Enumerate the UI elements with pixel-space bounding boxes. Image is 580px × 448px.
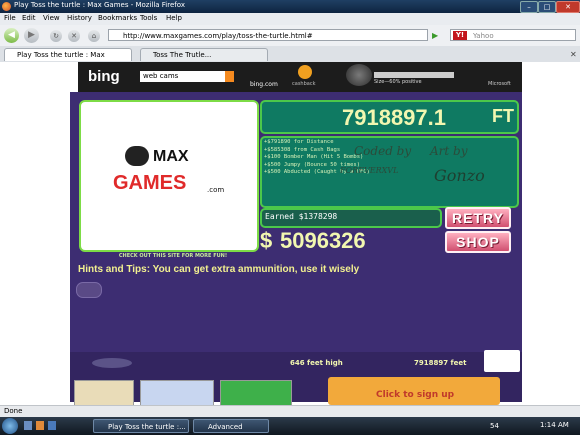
quicklaunch-icon[interactable] xyxy=(36,421,44,430)
distance-unit: FT xyxy=(492,106,514,126)
menu-tools[interactable]: Tools xyxy=(140,14,157,22)
url-input[interactable]: http://www.maxgames.com/play/toss-the-tu… xyxy=(108,29,428,41)
clock[interactable]: 1:14 AM xyxy=(540,421,569,429)
distance-value: 7918897.1 xyxy=(342,105,446,130)
cashback-text: cashback xyxy=(292,81,316,87)
cashback-coin-icon xyxy=(298,65,312,79)
minimize-button[interactable]: – xyxy=(520,1,538,13)
turtle-icon xyxy=(92,358,132,368)
yahoo-icon[interactable]: Y! xyxy=(453,31,467,40)
maximize-button[interactable]: □ xyxy=(538,1,556,13)
home-button[interactable]: ⌂ xyxy=(88,30,100,42)
window-titlebar: Play Toss the turtle : Max Games - Mozil… xyxy=(0,0,580,13)
tab-toss-the-trutle[interactable]: Toss The Trutle... xyxy=(140,48,268,61)
quicklaunch-icon[interactable] xyxy=(24,421,32,430)
cash-total: 5096326 xyxy=(280,228,366,253)
go-icon[interactable]: ▶ xyxy=(432,31,442,41)
gamepad-icon xyxy=(125,146,149,166)
distance-panel: 7918897.1 FT xyxy=(260,100,519,134)
logo-caption: CHECK OUT THIS SITE FOR MORE FUN! xyxy=(118,253,228,259)
logo-com: .com xyxy=(207,186,225,194)
retry-button[interactable]: RETRY xyxy=(445,207,511,229)
close-tab-icon[interactable]: ✕ xyxy=(570,50,577,59)
webcam-icon xyxy=(346,64,372,86)
toggle-icon[interactable] xyxy=(76,282,102,298)
signup-banner[interactable]: Click to sign up xyxy=(328,377,500,405)
logo-max: MAX xyxy=(153,148,189,165)
earned-panel: Earned $1378298 xyxy=(260,208,442,228)
tab-bar: Play Toss the turtle : Max Games Toss Th… xyxy=(0,46,580,72)
game-canvas[interactable]: MAX GAMES .com CHECK OUT THIS SITE FOR M… xyxy=(70,92,522,402)
forward-button[interactable]: ▶ xyxy=(24,28,39,43)
bing-logo: bing xyxy=(88,68,120,85)
ad-search-button[interactable] xyxy=(225,71,234,82)
tab-maxgames[interactable]: Play Toss the turtle : Max Games xyxy=(4,48,132,72)
credit-gonzo: Gonzo xyxy=(434,166,485,185)
credit-art-by: Art by xyxy=(430,144,468,158)
hint-text: Hints and Tips: You can get extra ammuni… xyxy=(78,264,360,275)
quicklaunch-icon[interactable] xyxy=(48,421,56,430)
ad-size-text: Size—60% positive xyxy=(374,79,422,85)
dollar-sign-icon: $ xyxy=(260,228,273,253)
firefox-icon xyxy=(2,2,11,11)
menu-view[interactable]: View xyxy=(43,14,60,22)
earnings-detail-panel: +$791890 for Distance +$585308 from Cash… xyxy=(260,136,519,208)
close-button[interactable]: ✕ xyxy=(556,1,580,13)
bing-com-text: bing.com xyxy=(250,81,278,88)
menu-bar: File Edit View History Bookmarks Tools H… xyxy=(0,13,580,25)
ad-product-bar xyxy=(374,72,454,78)
menu-help[interactable]: Help xyxy=(166,14,182,22)
thumbnail-game-3[interactable] xyxy=(220,380,292,407)
stop-button[interactable]: ✕ xyxy=(68,30,80,42)
task-firefox[interactable]: Play Toss the turtle :... xyxy=(93,419,189,433)
credit-coded-by: Coded by xyxy=(354,144,412,158)
tray-badge[interactable]: 54 xyxy=(490,422,499,430)
task-advanced-systemcare[interactable]: Advanced SystemC... xyxy=(193,419,269,445)
navigation-toolbar: ◀ ▶ ↻ ✕ ⌂ http://www.maxgames.com/play/t… xyxy=(0,25,580,47)
thumbnail-game-2[interactable] xyxy=(140,380,214,407)
menu-bookmarks[interactable]: Bookmarks xyxy=(98,14,137,22)
taskbar: Play Toss the turtle :... Advanced Syste… xyxy=(0,417,580,445)
shop-button[interactable]: SHOP xyxy=(445,231,511,253)
page-content: bing web cams bing.com cashback Size—60%… xyxy=(0,62,580,405)
credit-foreverxvl: FOREVERXVL xyxy=(340,166,399,175)
menu-edit[interactable]: Edit xyxy=(22,14,36,22)
maxgames-mini-logo[interactable] xyxy=(484,350,520,372)
distance-readout: 7918897 feet xyxy=(414,359,467,367)
status-text: Done xyxy=(4,407,23,415)
back-button[interactable]: ◀ xyxy=(4,28,19,43)
search-input[interactable]: Yahoo xyxy=(450,29,576,41)
logo-games: GAMES xyxy=(113,172,187,194)
start-button[interactable] xyxy=(2,418,18,434)
bing-ad-banner[interactable]: bing web cams bing.com cashback Size—60%… xyxy=(78,62,522,92)
maxgames-logo-box[interactable]: MAX GAMES .com CHECK OUT THIS SITE FOR M… xyxy=(79,100,259,259)
thumbnail-game-1[interactable] xyxy=(74,380,134,407)
microsoft-text: Microsoft xyxy=(488,81,511,87)
menu-file[interactable]: File xyxy=(4,14,16,22)
signup-text: Click to sign up xyxy=(376,390,455,400)
window-title: Play Toss the turtle : Max Games - Mozil… xyxy=(14,1,185,9)
height-readout: 646 feet high xyxy=(290,359,343,367)
ad-search-field[interactable]: web cams xyxy=(140,71,232,82)
earned-text: Earned $1378298 xyxy=(265,212,338,221)
menu-history[interactable]: History xyxy=(67,14,92,22)
reload-button[interactable]: ↻ xyxy=(50,30,62,42)
